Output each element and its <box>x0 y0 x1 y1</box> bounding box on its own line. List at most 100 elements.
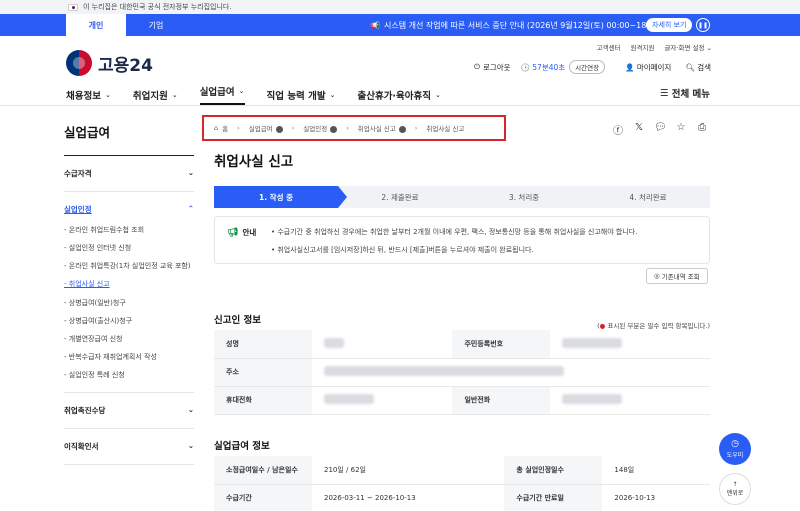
lnb-group-eligibility[interactable]: 수급자격 ⌄ <box>64 156 194 192</box>
step-processing: 3. 처리중 <box>508 192 540 202</box>
history-lookup-button[interactable]: ◎ 기존내역 조회 <box>646 268 708 284</box>
chevron-down-icon: ⌄ <box>238 87 245 95</box>
search-icon: 🔍︎ <box>685 62 695 72</box>
print-icon[interactable]: ⎙ <box>696 122 708 137</box>
nav-jobs[interactable]: 채용정보 ⌄ <box>66 84 111 105</box>
guide-lines: • 수급기간 중 취업하신 경우에는 취업한 날부터 2개월 이내에 우편, 팩… <box>271 227 637 263</box>
clock-icon: 🕓 <box>520 62 533 72</box>
page-title: 취업사실 신고 <box>214 154 294 170</box>
chevron-down-icon: ⌄ <box>187 441 194 451</box>
benefit-table: 소정급여일수 / 남은일수 210일 / 62일 총 실업인정일수 148일 수… <box>214 456 710 511</box>
site-logo[interactable]: 고용24 <box>66 50 153 76</box>
talk-bubble-icon[interactable]: 💬︎ <box>654 122 667 137</box>
logout-link[interactable]: 로그아웃 <box>483 62 511 73</box>
lnb-group-unemployment-recognition[interactable]: 실업인정 ⌃ <box>64 192 194 221</box>
lnb-sub-item[interactable]: - 상병급여(일반)청구 <box>64 294 194 312</box>
all-menu-button[interactable]: ☰ 전체 메뉴 <box>659 86 710 101</box>
korea-flag-icon <box>68 3 78 11</box>
bookmark-star-icon[interactable]: ☆ <box>675 122 687 137</box>
lnb-sub-item[interactable]: - 상병급여(출산시)청구 <box>64 312 194 330</box>
session-timer-text: 57분40초 <box>532 62 566 72</box>
tab-business[interactable]: 기업 <box>126 14 186 36</box>
service-notice-text: 시스템 개선 작업에 따른 서비스 중단 안내 (2026년 9월12일(토) … <box>383 20 663 30</box>
x-twitter-icon[interactable]: 𝕏 <box>633 122 645 137</box>
guide-label: 📢︎ 안내 <box>227 227 257 238</box>
utility-links: 고객센터 원격지원 글자·화면 설정 ⌄ <box>597 42 712 52</box>
lnb-sub-item[interactable]: - 온라인 취업특강(1차 실업인정 교육 포함) <box>64 257 194 275</box>
gov-banner: 이 누리집은 대한민국 공식 전자정부 누리집입니다. <box>0 0 800 14</box>
nav-employment-support[interactable]: 취업지원 ⌄ <box>133 84 178 105</box>
pause-icon[interactable]: ❚❚ <box>696 18 710 32</box>
nav-unemployment-benefit[interactable]: 실업급여 ⌄ <box>199 84 245 105</box>
chevron-down-icon: ⌄ <box>329 90 336 99</box>
util-customer-center[interactable]: 고객센터 <box>597 42 621 52</box>
dropdown-dot-icon <box>330 125 338 133</box>
label-phone: 일반전화 <box>452 386 551 415</box>
taegeuk-logo-icon <box>66 50 92 76</box>
breadcrumb-item[interactable]: 취업사실 신고 <box>358 123 406 133</box>
lnb-sub-item[interactable]: - 반복수급자 재취업계획서 작성 <box>64 348 194 366</box>
label-benefit-period: 수급기간 <box>214 484 312 511</box>
service-notice[interactable]: 📢 시스템 개선 작업에 따른 서비스 중단 안내 (2026년 9월12일(토… <box>370 14 662 36</box>
nav-parental-leave[interactable]: 출산휴가·육아휴직 ⌄ <box>357 84 440 105</box>
dropdown-dot-icon <box>398 125 406 133</box>
search-link[interactable]: 🔍︎ 검색 <box>685 62 711 73</box>
value-phone <box>550 386 710 415</box>
power-icon: ⏻ <box>474 62 480 71</box>
step-completed: 4. 처리완료 <box>629 192 667 202</box>
chevron-up-icon: ⌃ <box>187 204 194 213</box>
reporter-table: 성명 주민등록번호 주소 휴대전화 일반전화 <box>214 330 710 415</box>
table-row: 성명 주민등록번호 <box>214 330 710 359</box>
lnb-sub-item[interactable]: - 실업인정 인터넷 신청 <box>64 239 194 257</box>
detail-button[interactable]: 자세히 보기 <box>646 18 693 32</box>
home-icon[interactable]: ⌂ <box>214 124 218 132</box>
table-row: 수급기간 2026-03-11 ~ 2026-10-13 수급기간 만료일 20… <box>214 484 710 511</box>
util-remote-support[interactable]: 원격지원 <box>631 42 655 52</box>
person-icon: 👤 <box>625 62 635 72</box>
label-total-recognition: 총 실업인정일수 <box>504 456 603 485</box>
facebook-icon[interactable]: ⓕ <box>612 122 624 137</box>
value-benefit-days: 210일 / 62일 <box>312 456 505 485</box>
lnb-group-separation-certificate[interactable]: 이직확인서 ⌄ <box>64 429 194 466</box>
session-timer: 🕓 57분40초 <box>521 62 566 73</box>
lnb-group-reemployment-allowance[interactable]: 취업촉진수당 ⌄ <box>64 393 194 430</box>
helper-button[interactable]: ◷ 도우미 <box>719 433 751 465</box>
clock-icon: ◷ <box>731 439 739 449</box>
breadcrumb-item[interactable]: 실업급여 <box>249 123 283 133</box>
lnb-sub-item[interactable]: - 실업인정 특례 신청 <box>64 366 194 384</box>
breadcrumb-home[interactable]: 홈 <box>222 123 228 133</box>
lnb-sub-item[interactable]: - 온라인 취업드림수첩 조회 <box>64 221 194 239</box>
lnb-sub-item-current[interactable]: - 취업사실 신고 <box>64 275 194 293</box>
extend-session-button[interactable]: 시간연장 <box>569 60 606 74</box>
dropdown-dot-icon <box>275 125 283 133</box>
util-display-settings[interactable]: 글자·화면 설정 ⌄ <box>664 42 712 52</box>
chevron-down-icon: ⌄ <box>104 90 111 99</box>
left-nav-title: 실업급여 <box>64 122 194 156</box>
breadcrumb-current: 취업사실 신고 <box>426 125 465 133</box>
label-address: 주소 <box>214 358 312 387</box>
reporter-section-title: 신고인 정보 <box>214 315 262 326</box>
scroll-top-button[interactable]: ↑ 맨위로 <box>719 473 751 505</box>
value-rrn <box>550 330 710 359</box>
guide-line: • 취업사실신고서를 [임시저장]하신 뒤, 반드시 [제출]버튼을 누르셔야 … <box>271 246 534 254</box>
benefit-section-title: 실업급여 정보 <box>214 441 270 452</box>
chevron-right-icon: › <box>414 124 418 132</box>
chevron-down-icon: ⌄ <box>187 405 194 415</box>
breadcrumb-item[interactable]: 실업인정 <box>303 123 338 133</box>
chevron-right-icon: › <box>346 124 349 132</box>
value-address <box>312 358 710 387</box>
main-nav: 채용정보 ⌄ 취업지원 ⌄ 실업급여 ⌄ 직업 능력 개발 ⌄ 출산휴가·육아휴직 ⌄ <box>66 84 463 105</box>
lnb-sub-item[interactable]: - 개별연장급여 신청 <box>64 330 194 348</box>
tab-personal[interactable]: 개인 <box>66 14 126 36</box>
chevron-right-icon: › <box>237 124 240 132</box>
table-row: 휴대전화 일반전화 <box>214 386 710 415</box>
step-writing: 1. 작성 중 <box>214 186 347 208</box>
megaphone-icon: 📢 <box>370 20 380 30</box>
hamburger-icon: ☰ <box>659 87 672 99</box>
gov-banner-text: 이 누리집은 대한민국 공식 전자정부 누리집입니다. <box>83 3 232 11</box>
value-mobile <box>312 386 453 415</box>
user-area: ⏻ 로그아웃 🕓 57분40초 시간연장 👤 마이페이지 🔍︎ 검색 <box>474 60 711 74</box>
table-row: 주소 <box>214 358 710 387</box>
mypage-link[interactable]: 👤 마이페이지 <box>625 62 671 73</box>
nav-skills-development[interactable]: 직업 능력 개발 ⌄ <box>267 84 336 105</box>
